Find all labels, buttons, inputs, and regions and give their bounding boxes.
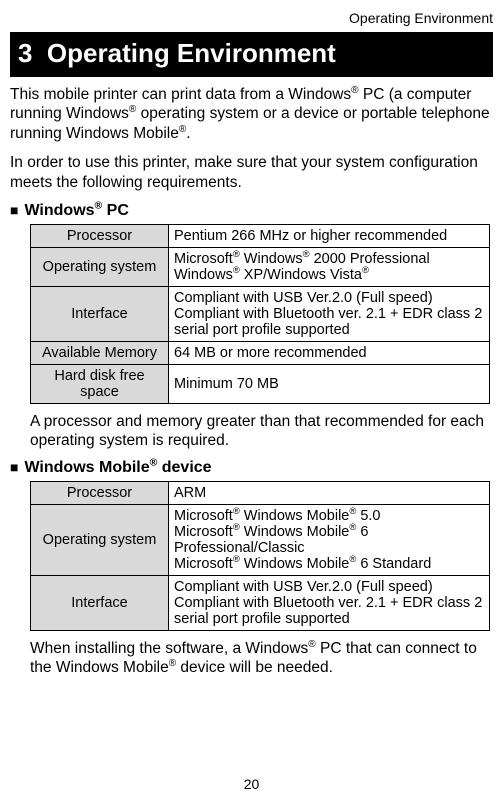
intro-paragraph-1: This mobile printer can print data from …: [10, 85, 493, 143]
section1-note: A processor and memory greater than that…: [30, 412, 493, 451]
table-row: Processor ARM: [31, 481, 490, 504]
table-row: Processor Pentium 266 MHz or higher reco…: [31, 224, 490, 247]
table-row: Operating system Microsoft® Windows Mobi…: [31, 504, 490, 575]
cell-value: Microsoft® Windows Mobile® 5.0Microsoft®…: [169, 504, 490, 575]
page-number: 20: [0, 776, 503, 792]
page: Operating Environment 3 Operating Enviro…: [0, 0, 503, 798]
table-row: Interface Compliant with USB Ver.2.0 (Fu…: [31, 575, 490, 630]
chapter-number: 3: [18, 38, 32, 68]
table-row: Interface Compliant with USB Ver.2.0 (Fu…: [31, 286, 490, 341]
cell-value: Minimum 70 MB: [169, 364, 490, 403]
cell-value: Compliant with USB Ver.2.0 (Full speed)C…: [169, 575, 490, 630]
bullet-icon: ■: [10, 459, 18, 475]
table-windows-mobile: Processor ARM Operating system Microsoft…: [30, 481, 490, 631]
section-heading-windows-mobile: ■ Windows Mobile® device: [10, 459, 493, 477]
cell-label: Processor: [31, 224, 169, 247]
table-row: Available Memory 64 MB or more recommend…: [31, 341, 490, 364]
bullet-icon: ■: [10, 202, 18, 218]
cell-label: Operating system: [31, 247, 169, 286]
chapter-title-bar: 3 Operating Environment: [10, 32, 493, 77]
cell-label: Operating system: [31, 504, 169, 575]
cell-value: Compliant with USB Ver.2.0 (Full speed)C…: [169, 286, 490, 341]
cell-label: Hard disk free space: [31, 364, 169, 403]
intro-paragraph-2: In order to use this printer, make sure …: [10, 153, 493, 192]
table-windows-pc: Processor Pentium 266 MHz or higher reco…: [30, 224, 490, 404]
table-row: Hard disk free space Minimum 70 MB: [31, 364, 490, 403]
cell-label: Available Memory: [31, 341, 169, 364]
table-row: Operating system Microsoft® Windows® 200…: [31, 247, 490, 286]
section-heading-windows-pc: ■ Windows® PC: [10, 202, 493, 220]
cell-value: 64 MB or more recommended: [169, 341, 490, 364]
section2-note: When installing the software, a Windows®…: [30, 639, 493, 678]
cell-value: Pentium 266 MHz or higher recommended: [169, 224, 490, 247]
running-head: Operating Environment: [10, 10, 493, 26]
cell-label: Interface: [31, 575, 169, 630]
chapter-title: Operating Environment: [47, 38, 336, 68]
section-heading-text: Windows Mobile® device: [24, 459, 211, 476]
cell-label: Processor: [31, 481, 169, 504]
cell-value: Microsoft® Windows® 2000 Professional Wi…: [169, 247, 490, 286]
cell-label: Interface: [31, 286, 169, 341]
cell-value: ARM: [169, 481, 490, 504]
section-heading-text: Windows® PC: [24, 202, 128, 219]
